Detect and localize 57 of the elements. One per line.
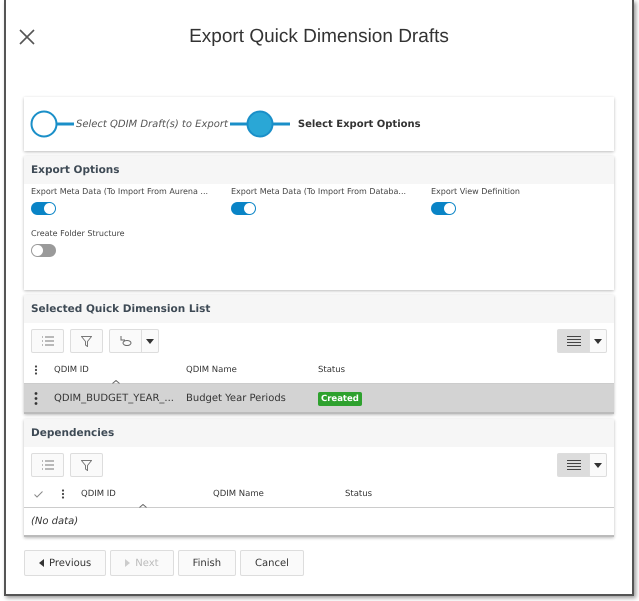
column-header[interactable]: Status [318,365,346,375]
dialog-button[interactable]: Finish [178,550,236,576]
toggle-switch[interactable] [31,244,56,257]
dropdown-button[interactable] [590,329,607,353]
window-title: Export Quick Dimension Drafts [189,26,449,49]
sort-icon[interactable] [112,380,120,384]
option-label: Create Folder Structure [31,229,126,238]
section-header: Dependencies [24,419,614,447]
right-triangle-icon [125,559,130,567]
table-row[interactable]: QDIM_BUDGET_YEAR_... Budget Year Periods Created [24,384,614,414]
section-header: Export Options [24,156,614,184]
toggle-switch[interactable] [231,202,256,215]
group-icon [118,335,132,347]
column-header[interactable]: QDIM ID [54,365,89,375]
option-label: Export View Definition [431,187,521,196]
previous-button[interactable]: Previous [24,550,106,576]
kebab-icon[interactable] [34,365,38,375]
dialog-button[interactable]: Cancel [240,550,304,576]
toggle-switch[interactable] [431,202,456,215]
list-icon [42,460,54,470]
list-icon [42,336,54,346]
section-header: Selected Quick Dimension List [24,295,614,323]
option-label: Export Meta Data (To Import From Databa... [231,187,408,196]
filter-icon [81,460,92,470]
column-header[interactable]: QDIM Name [213,489,264,499]
filter-button[interactable] [70,329,103,353]
table-cell-text: QDIM_BUDGET_YEAR_... [54,392,175,404]
left-triangle-icon [39,559,44,567]
filter-icon [81,336,92,346]
close-icon[interactable] [18,28,36,46]
caret-icon [594,462,602,468]
column-header[interactable]: Status [345,489,372,499]
lines-icon [566,460,580,470]
kebab-icon[interactable] [61,489,65,499]
dropdown-button[interactable] [590,453,607,477]
list-button[interactable] [31,453,64,477]
step-label[interactable]: Select QDIM Draft(s) to Export [74,118,230,130]
sort-icon[interactable] [139,504,147,508]
caret-icon [594,338,602,344]
group-button[interactable] [109,329,142,353]
dropdown-button[interactable] [142,329,159,353]
step-label[interactable]: Select Export Options [290,118,423,130]
caret-icon [146,338,154,344]
filter-button[interactable] [70,453,103,477]
option-label: Export Meta Data (To Import From Aurena ... [31,187,210,196]
table-cell-text: Budget Year Periods [186,392,287,404]
empty-message: (No data) [31,516,78,527]
column-header[interactable]: QDIM Name [186,365,237,375]
check-icon[interactable] [34,490,43,498]
status-badge: Created [318,392,362,406]
list-button[interactable] [31,329,64,353]
lines-icon [566,336,580,346]
toggle-switch[interactable] [31,202,56,215]
column-header[interactable]: QDIM ID [81,489,116,499]
view-button[interactable] [557,453,590,477]
kebab-icon[interactable] [34,392,38,404]
view-button[interactable] [557,329,590,353]
